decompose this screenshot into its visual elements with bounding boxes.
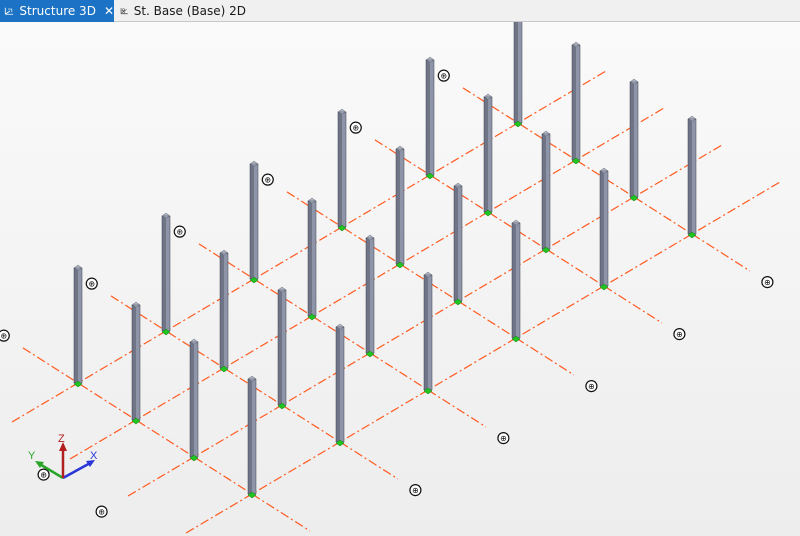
svg-text:⊕: ⊕ bbox=[588, 382, 595, 391]
column[interactable] bbox=[247, 375, 257, 499]
grid-bubble-icon: ⊕ bbox=[497, 432, 510, 445]
grid-bubble-icon: ⊕ bbox=[95, 505, 108, 518]
column[interactable] bbox=[365, 234, 375, 358]
grid-bubble-icon: ⊕ bbox=[173, 225, 186, 238]
grid-bubble-icon: ⊕ bbox=[37, 468, 50, 481]
document-tab-bar: Structure 3D ✕ St. Base (Base) 2D bbox=[0, 0, 800, 22]
column[interactable] bbox=[453, 182, 463, 306]
column[interactable] bbox=[511, 219, 521, 343]
svg-text:⊕: ⊕ bbox=[88, 280, 95, 289]
grid-bubble-icon: ⊕ bbox=[761, 276, 774, 289]
svg-text:⊕: ⊕ bbox=[98, 508, 105, 517]
column[interactable] bbox=[277, 286, 287, 410]
column[interactable] bbox=[687, 115, 697, 239]
tab-structure-3d[interactable]: Structure 3D ✕ bbox=[0, 0, 114, 22]
structure-3d-viewport[interactable]: ⊕⊕⊕⊕⊕⊕⊕⊕⊕⊕⊕⊕⊕⊕⊕⊕ X Y Z bbox=[0, 22, 800, 536]
svg-text:⊕: ⊕ bbox=[440, 72, 447, 81]
column[interactable] bbox=[571, 41, 581, 165]
svg-text:⊕: ⊕ bbox=[40, 471, 47, 480]
svg-text:⊕: ⊕ bbox=[500, 434, 507, 443]
grid-bubble-icon: ⊕ bbox=[409, 484, 422, 497]
column[interactable] bbox=[599, 167, 609, 291]
columns bbox=[73, 22, 697, 499]
grid-bubble-icon: ⊕ bbox=[85, 277, 98, 290]
close-icon[interactable]: ✕ bbox=[104, 4, 114, 18]
column[interactable] bbox=[219, 249, 229, 373]
column[interactable] bbox=[307, 197, 317, 321]
grid-bubble-icon: ⊕ bbox=[261, 173, 274, 186]
axis-x-label: X bbox=[90, 450, 98, 462]
svg-text:⊕: ⊕ bbox=[0, 332, 7, 341]
column[interactable] bbox=[425, 56, 435, 180]
axis-triad: X Y Z bbox=[28, 433, 98, 480]
grid-bubble-icon: ⊕ bbox=[0, 329, 10, 342]
column[interactable] bbox=[161, 212, 171, 336]
svg-text:⊕: ⊕ bbox=[352, 124, 359, 133]
tab-st-base-2d[interactable]: St. Base (Base) 2D bbox=[116, 0, 246, 22]
grid-lines bbox=[11, 70, 781, 534]
column[interactable] bbox=[337, 108, 347, 232]
axis-y-label: Y bbox=[28, 450, 36, 462]
svg-text:⊕: ⊕ bbox=[764, 278, 771, 287]
model-view-canvas[interactable]: ⊕⊕⊕⊕⊕⊕⊕⊕⊕⊕⊕⊕⊕⊕⊕⊕ X Y Z bbox=[0, 22, 800, 536]
plan-2d-icon bbox=[120, 8, 128, 15]
axis-x-line bbox=[62, 460, 93, 480]
axis-z-label: Z bbox=[58, 433, 65, 445]
grid-bubble-icon: ⊕ bbox=[437, 69, 450, 82]
column[interactable] bbox=[483, 93, 493, 217]
svg-text:⊕: ⊕ bbox=[264, 176, 271, 185]
svg-text:⊕: ⊕ bbox=[412, 486, 419, 495]
column[interactable] bbox=[335, 323, 345, 447]
column[interactable] bbox=[423, 271, 433, 395]
tab-label: Structure 3D bbox=[19, 4, 96, 18]
grid-bubble-icon: ⊕ bbox=[349, 121, 362, 134]
tab-label: St. Base (Base) 2D bbox=[133, 4, 246, 18]
grid-line bbox=[22, 347, 311, 532]
column[interactable] bbox=[131, 301, 141, 425]
column[interactable] bbox=[395, 145, 405, 269]
grid-bubbles: ⊕⊕⊕⊕⊕⊕⊕⊕⊕⊕⊕⊕⊕⊕⊕⊕ bbox=[0, 69, 774, 518]
column[interactable] bbox=[73, 264, 83, 388]
structure-3d-icon bbox=[4, 7, 14, 15]
grid-bubble-icon: ⊕ bbox=[673, 328, 686, 341]
column[interactable] bbox=[629, 78, 639, 202]
column[interactable] bbox=[249, 160, 259, 284]
column[interactable] bbox=[189, 338, 199, 462]
column[interactable] bbox=[513, 22, 523, 128]
column[interactable] bbox=[541, 130, 551, 254]
grid-bubble-icon: ⊕ bbox=[585, 380, 598, 393]
svg-text:⊕: ⊕ bbox=[176, 228, 183, 237]
svg-text:⊕: ⊕ bbox=[676, 330, 683, 339]
